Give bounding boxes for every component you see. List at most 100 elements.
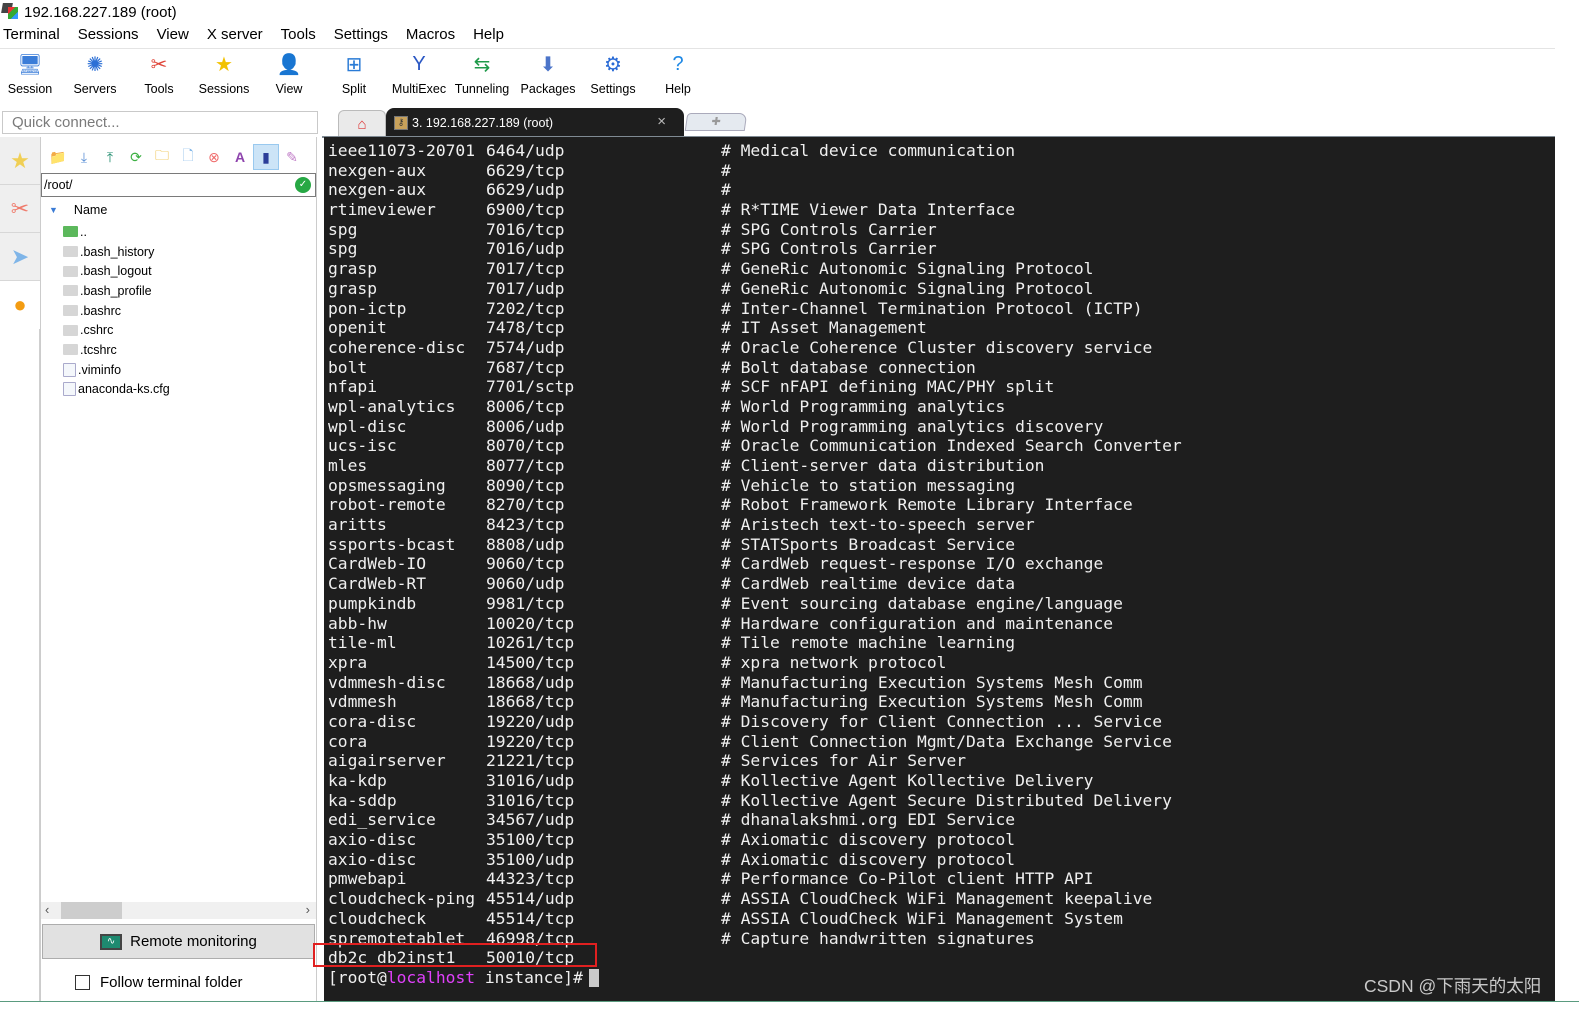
file-row[interactable]: .bash_history xyxy=(63,242,170,262)
terminal-line: grasp 7017/udp # GeneRic Autonomic Signali… xyxy=(328,278,1093,299)
terminal-port: 7478/tcp xyxy=(486,318,565,338)
terminal-line: mles 8077/tcp # Client-server data distrib… xyxy=(328,456,1044,476)
delete-icon[interactable]: ⊗ xyxy=(201,144,227,170)
toolbar-help-button[interactable]: ? Help xyxy=(646,50,710,100)
terminal-service: robot-remote xyxy=(328,495,446,515)
menu-tools[interactable]: Tools xyxy=(281,26,316,48)
toolbar-sessions-button[interactable]: ★ Sessions xyxy=(188,50,260,100)
download-icon[interactable]: ⤓ xyxy=(71,144,97,170)
rail-paper-plane-button[interactable]: ➤ xyxy=(0,233,40,281)
rail-tools-knife-button[interactable]: ✂ xyxy=(0,185,40,233)
terminal-port: 7701/sctp xyxy=(486,377,575,397)
toolbar-tunneling-button[interactable]: ⇆ Tunneling xyxy=(448,50,516,100)
terminal-service: aritts xyxy=(328,515,387,535)
terminal-file-icon xyxy=(63,305,78,317)
rename-icon[interactable]: A xyxy=(227,144,253,170)
file-name: anaconda-ks.cfg xyxy=(78,382,170,397)
path-ok-icon[interactable]: ✓ xyxy=(295,177,311,193)
follow-terminal-folder[interactable]: Follow terminal folder xyxy=(75,974,243,991)
file-name: .. xyxy=(80,224,87,239)
name-column-header[interactable]: ▼ Name xyxy=(49,203,107,217)
globe-icon: ● xyxy=(13,292,27,317)
terminal-service: spg xyxy=(328,239,358,259)
terminal-line: tile-ml 10261/tcp # Tile remote machine le… xyxy=(328,633,1015,653)
upload-icon[interactable]: ⤒ xyxy=(97,144,123,170)
terminal-service: nexgen-aux xyxy=(328,180,427,200)
new-file-icon[interactable]: 🗋 xyxy=(175,144,201,170)
toolbar-servers-button[interactable]: ✺ Servers xyxy=(60,50,130,100)
terminal-port: 8077/tcp xyxy=(486,456,565,475)
file-row[interactable]: .bashrc xyxy=(63,301,170,321)
file-row[interactable]: anaconda-ks.cfg xyxy=(63,380,170,400)
magic-wand-icon[interactable]: ✎ xyxy=(279,144,305,170)
follow-folder-checkbox[interactable] xyxy=(75,975,90,990)
terminal-service: ssports-bcast xyxy=(328,534,456,554)
toolbar-session-button[interactable]: 🖥 Session xyxy=(0,50,60,100)
session-icon: 🖥 xyxy=(17,53,43,76)
toolbar-split-button[interactable]: ⊞ Split xyxy=(318,50,390,100)
new-tab-button[interactable]: ✚ xyxy=(684,113,748,131)
main-toolbar: 🖥 Session ✺ Servers ✂ Tools ★ Sessions 👤 View ⊞ Spl… xyxy=(0,50,710,100)
file-row[interactable]: .viminfo xyxy=(63,360,170,380)
file-row[interactable]: .cshrc xyxy=(63,320,170,340)
scroll-right-icon[interactable]: › xyxy=(306,902,310,917)
sort-arrow-icon: ▼ xyxy=(49,205,58,215)
sidebar-toggle-icon[interactable]: ▮ xyxy=(253,144,279,170)
toolbar-settings-button[interactable]: ⚙ Settings xyxy=(580,50,646,100)
terminal-port: 9060/udp xyxy=(486,574,565,594)
menu-help[interactable]: Help xyxy=(473,26,504,48)
menu-terminal[interactable]: Terminal xyxy=(3,26,60,48)
help-icon: ? xyxy=(672,52,684,75)
parent-folder-icon[interactable]: 📁 xyxy=(45,144,71,170)
terminal-line: ka-sddp 31016/tcp # Kollective Agent Secur… xyxy=(328,791,1172,811)
refresh-icon[interactable]: ⟳ xyxy=(123,144,149,170)
terminal-line: ka-kdp 31016/udp # Kollective Agent Kollec… xyxy=(328,771,1093,791)
rail-globe-button[interactable]: ● xyxy=(0,281,40,329)
terminal-service: wpl-analytics xyxy=(328,396,456,416)
horizontal-scrollbar[interactable]: ‹ › xyxy=(41,902,316,919)
terminal-service: opsmessaging xyxy=(328,475,446,495)
file-row[interactable]: .bash_logout xyxy=(63,261,170,281)
terminal-comment: # ASSIA CloudCheck WiFi Management keepa… xyxy=(721,889,1153,909)
new-folder-icon[interactable]: 🗀 xyxy=(149,144,175,170)
menu-settings[interactable]: Settings xyxy=(334,26,388,48)
terminal-service: grasp xyxy=(328,278,378,298)
terminal-comment: # STATSports Broadcast Service xyxy=(721,534,1016,554)
terminal-port: 7202/tcp xyxy=(486,298,565,318)
toolbar-packages-button[interactable]: ⬇ Packages xyxy=(516,50,580,100)
terminal-comment: # Inter-Channel Termination Protocol (IC… xyxy=(721,298,1143,318)
terminal-file-icon xyxy=(63,285,78,297)
tools-knife-icon: ✂ xyxy=(10,195,30,221)
toolbar-view-button[interactable]: 👤 View xyxy=(260,50,318,100)
path-input[interactable]: /root/ ✓ xyxy=(41,173,316,197)
file-name: .tcshrc xyxy=(80,342,117,357)
menu-sessions[interactable]: Sessions xyxy=(78,26,139,48)
terminal-comment: # Performance Co-Pilot client HTTP API xyxy=(721,869,1094,889)
home-tab[interactable]: ⌂ xyxy=(338,110,386,137)
menu-macros[interactable]: Macros xyxy=(406,26,455,48)
file-row[interactable]: .tcshrc xyxy=(63,340,170,360)
key-icon: ⚷ xyxy=(394,115,408,130)
scroll-left-icon[interactable]: ‹ xyxy=(45,902,49,917)
terminal-service: axio-disc xyxy=(328,849,417,869)
toolbar-label: Sessions xyxy=(198,82,250,96)
close-tab-icon[interactable]: × xyxy=(657,113,666,130)
toolbar-multiexec-button[interactable]: Y MultiExec xyxy=(390,50,448,100)
terminal-line: openit 7478/tcp # IT Asset Management xyxy=(328,318,927,338)
shell-prompt[interactable]: [root@localhost instance]# xyxy=(328,968,599,988)
scroll-thumb[interactable] xyxy=(61,902,122,919)
terminal[interactable]: ieee11073-20701 6464/udp # Medical device … xyxy=(324,137,1555,1002)
toolbar-tools-button[interactable]: ✂ Tools xyxy=(130,50,188,100)
file-row[interactable]: .bash_profile xyxy=(63,281,170,301)
rail-star-button[interactable]: ★ xyxy=(0,137,40,185)
terminal-service: ieee11073-20701 xyxy=(328,141,476,160)
menu-x-server[interactable]: X server xyxy=(207,26,263,48)
quick-connect-input[interactable]: Quick connect... xyxy=(2,111,318,134)
remote-monitoring-button[interactable]: ∿ Remote monitoring xyxy=(42,924,315,959)
session-tab[interactable]: ⚷ 3. 192.168.227.189 (root) × xyxy=(386,108,684,137)
terminal-service: coherence-disc xyxy=(328,337,466,357)
toolbar-label: Packages xyxy=(520,82,576,96)
menu-view[interactable]: View xyxy=(157,26,189,48)
file-row[interactable]: .. xyxy=(63,222,170,242)
prompt-host: localhost xyxy=(386,967,476,987)
